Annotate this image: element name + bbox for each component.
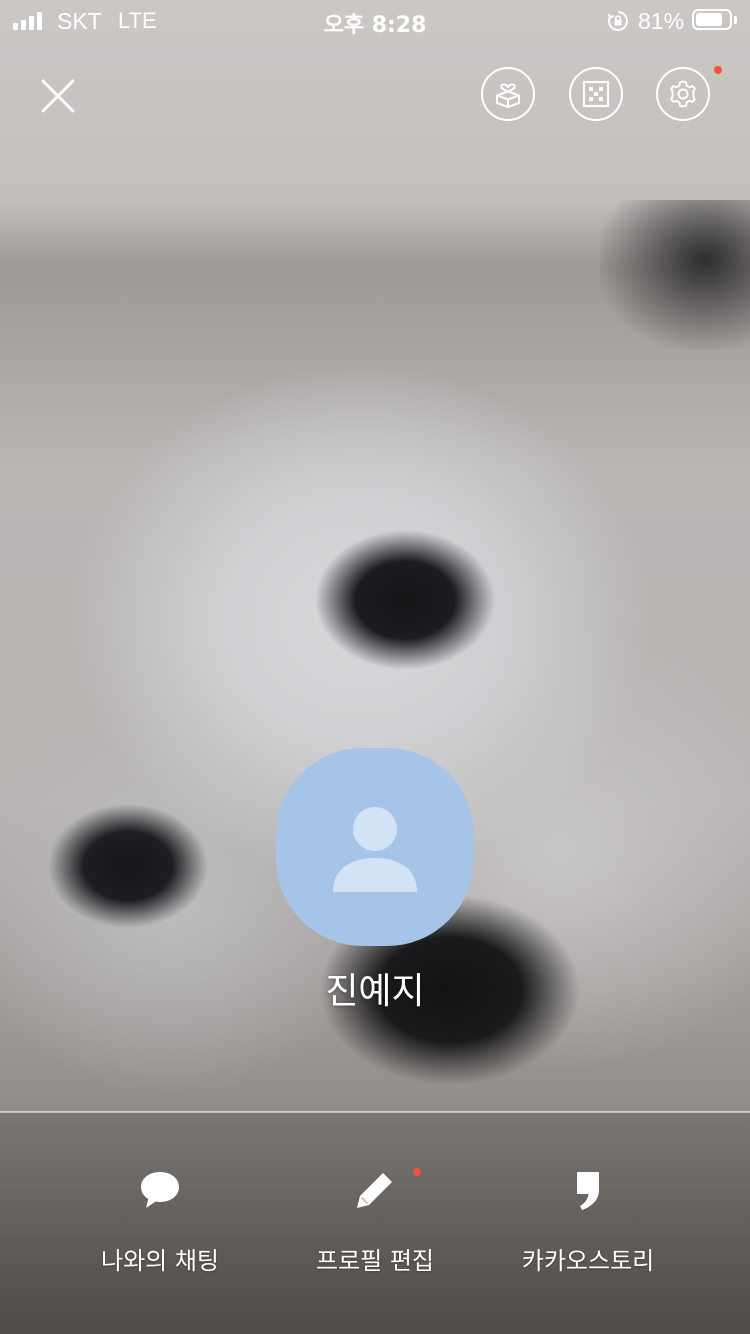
kakaostory-label: 카카오스토리 — [521, 1247, 655, 1275]
profile-name: 진예지 — [325, 971, 425, 1012]
gift-box-button[interactable] — [481, 67, 535, 121]
my-chat-button[interactable]: 나와의 채팅 — [50, 1165, 270, 1276]
divider — [0, 1111, 750, 1113]
gift-box-icon — [496, 83, 520, 108]
avatar[interactable] — [276, 748, 474, 946]
my-chat-label: 나와의 채팅 — [100, 1247, 220, 1275]
status-bar: SKT LTE 오후 8:28 81% — [0, 0, 750, 40]
battery-level-fill — [696, 13, 722, 26]
background-shadow — [600, 200, 750, 350]
edit-profile-button[interactable]: 프로필 편집 — [265, 1165, 485, 1276]
qr-code-button[interactable] — [569, 67, 623, 121]
settings-icon — [670, 80, 696, 108]
battery-icon — [692, 9, 732, 30]
default-person-icon — [333, 807, 417, 892]
qr-code-icon — [582, 80, 610, 108]
settings-notification-dot — [714, 66, 722, 74]
battery-percent: 81% — [638, 8, 685, 34]
pencil-icon — [357, 1173, 392, 1208]
edit-profile-notification-dot — [413, 1168, 421, 1176]
chat-bubble-icon — [141, 1172, 179, 1208]
orientation-lock-icon — [607, 11, 628, 31]
battery-tip — [734, 16, 737, 24]
settings-button[interactable] — [656, 67, 710, 121]
close-button[interactable] — [38, 76, 78, 116]
close-icon — [41, 79, 75, 113]
kakaostory-icon — [577, 1172, 599, 1210]
kakaostory-button[interactable]: 카카오스토리 — [478, 1165, 698, 1276]
edit-profile-label: 프로필 편집 — [315, 1247, 435, 1275]
